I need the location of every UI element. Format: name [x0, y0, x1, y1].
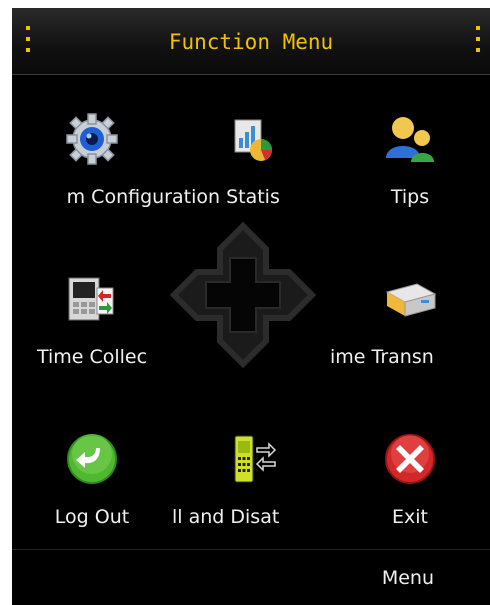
gear-icon	[66, 113, 118, 165]
softkey-bar: Menu	[12, 549, 490, 605]
device-screen: Function Menu m Configur ation Statis Ti…	[12, 8, 490, 605]
menu-item-label: Exit	[392, 506, 428, 528]
dpad-watermark-icon	[170, 222, 316, 368]
menu-item-label: m Configur	[66, 186, 172, 208]
statistics-icon	[234, 119, 272, 161]
menu-item-label: Log Out	[54, 506, 130, 528]
menu-item-statistics[interactable]: ation Statis	[172, 74, 332, 214]
page-title: Function Menu	[168, 30, 334, 54]
menu-item-time-transmit[interactable]: ime Transn	[330, 234, 490, 374]
phone-transfer-icon	[234, 435, 277, 483]
menu-item-label: Tips	[390, 186, 430, 208]
red-x-icon	[385, 434, 435, 484]
menu-item-log-out[interactable]: Log Out	[12, 394, 172, 534]
menu-item-call-disable[interactable]: ll and Disat	[172, 394, 332, 534]
menu-softkey[interactable]: Menu	[382, 567, 434, 589]
menu-item-system-config[interactable]: m Configur	[12, 74, 172, 214]
transfer-icon	[385, 283, 437, 317]
menu-item-exit[interactable]: Exit	[330, 394, 490, 534]
title-bar: Function Menu	[12, 8, 490, 75]
menu-item-tips[interactable]: Tips	[330, 74, 490, 214]
green-arrow-icon	[67, 434, 117, 484]
menu-item-label: ll and Disat	[172, 506, 280, 528]
menu-item-label: Time Collec	[36, 346, 148, 368]
right-dots-icon	[476, 26, 480, 56]
menu-item-label: ation Statis	[172, 186, 280, 208]
users-icon	[386, 117, 434, 162]
sync-phone-icon	[68, 277, 114, 321]
menu-item-time-collect[interactable]: Time Collec	[12, 234, 172, 374]
menu-item-label: ime Transn	[330, 346, 434, 368]
